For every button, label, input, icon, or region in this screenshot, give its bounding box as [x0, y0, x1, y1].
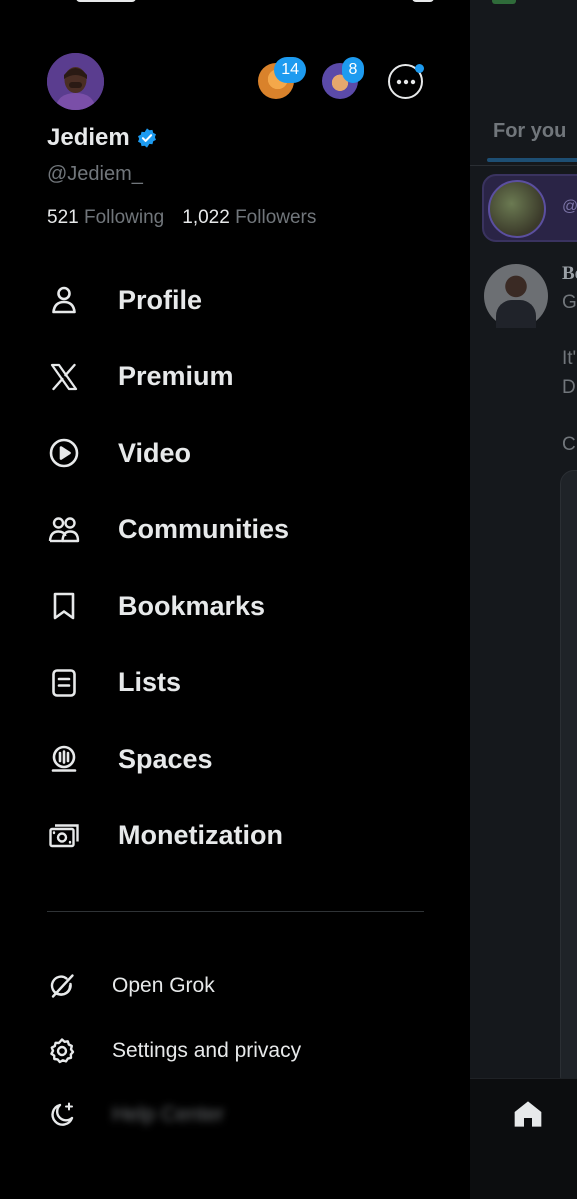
moon-sparkle-icon — [47, 1100, 77, 1130]
play-circle-icon — [47, 436, 81, 470]
battery-indicator — [492, 0, 516, 4]
menu-item-profile[interactable]: Profile — [47, 262, 427, 339]
followers-label: Followers — [235, 207, 317, 228]
profile-name-row[interactable]: Jediem — [47, 124, 158, 152]
status-bar-time — [76, 0, 136, 2]
tweet-text-line: It' — [562, 348, 577, 369]
list-icon — [47, 666, 81, 700]
tweet-author-name: Bo — [562, 263, 577, 284]
menu-item-label: Settings and privacy — [112, 1038, 302, 1062]
menu-item-help-center[interactable]: Help Center — [47, 1083, 427, 1148]
grok-icon — [47, 971, 77, 1001]
tab-for-you[interactable]: For you — [493, 120, 566, 143]
tweet-author-avatar[interactable] — [484, 264, 548, 328]
account-switcher-avatar[interactable]: 8 — [322, 57, 364, 99]
menu-item-label: Communities — [118, 514, 290, 545]
drawer-secondary-menu: Open Grok Settings and privacy Help Cent… — [47, 954, 427, 1148]
notification-badge: 8 — [342, 57, 364, 83]
bookmark-icon — [47, 589, 81, 623]
display-name: Jediem — [47, 124, 130, 151]
monetization-icon — [47, 819, 81, 853]
menu-item-bookmarks[interactable]: Bookmarks — [47, 568, 427, 645]
following-link[interactable]: 521 Following — [47, 207, 164, 229]
profile-handle: @Jediem_ — [47, 163, 143, 185]
bottom-nav-bar — [470, 1078, 577, 1199]
tweet-text-line: C — [562, 434, 576, 455]
home-icon[interactable] — [512, 1098, 544, 1130]
unread-dot — [415, 64, 424, 73]
tweet-media[interactable] — [560, 470, 577, 1090]
menu-item-label: Video — [118, 437, 192, 468]
tab-divider — [470, 165, 577, 166]
navigation-drawer: 14 8 Jediem @Jediem_ 521 Following 1,022… — [0, 0, 470, 1199]
drawer-menu: Profile Premium Video Communities Bookma… — [47, 262, 427, 874]
menu-item-video[interactable]: Video — [47, 415, 427, 492]
menu-item-open-grok[interactable]: Open Grok — [47, 954, 427, 1019]
followers-count: 1,022 — [182, 207, 230, 228]
tweet-text-line: G — [562, 292, 577, 313]
menu-item-label: Help Center — [112, 1103, 225, 1127]
spaces-host-avatar — [488, 180, 546, 238]
tweet-text-line: D — [562, 377, 576, 398]
menu-item-label: Monetization — [118, 820, 283, 851]
x-logo-icon — [47, 360, 81, 394]
notification-badge: 14 — [274, 57, 306, 83]
following-label: Following — [83, 207, 165, 228]
following-count: 521 — [47, 207, 79, 228]
more-horizontal-icon[interactable] — [388, 64, 424, 99]
tab-underline — [487, 158, 577, 162]
gear-icon — [47, 1036, 77, 1066]
menu-item-spaces[interactable]: Spaces — [47, 721, 427, 798]
menu-item-label: Premium — [118, 361, 234, 392]
menu-item-label: Lists — [118, 667, 182, 698]
status-bar-icons — [412, 0, 434, 2]
background-timeline: For you @ Bo G It' D C — [470, 0, 577, 1199]
menu-item-label: Profile — [118, 284, 203, 315]
menu-item-premium[interactable]: Premium — [47, 339, 427, 416]
menu-item-lists[interactable]: Lists — [47, 645, 427, 722]
avatar[interactable] — [47, 53, 104, 110]
spaces-card[interactable]: @ — [482, 174, 577, 242]
menu-item-label: Bookmarks — [118, 590, 266, 621]
verified-badge-icon — [137, 128, 156, 148]
account-switcher-avatar[interactable]: 14 — [258, 57, 306, 99]
menu-item-label: Open Grok — [112, 974, 215, 998]
menu-item-monetization[interactable]: Monetization — [47, 798, 427, 875]
person-icon — [47, 283, 81, 317]
menu-item-label: Spaces — [118, 743, 213, 774]
spaces-handle: @ — [562, 198, 577, 215]
followers-link[interactable]: 1,022 Followers — [182, 207, 316, 229]
menu-divider — [47, 911, 424, 912]
communities-icon — [47, 513, 81, 547]
menu-item-communities[interactable]: Communities — [47, 492, 427, 569]
menu-item-settings-and-privacy[interactable]: Settings and privacy — [47, 1019, 427, 1084]
follow-stats: 521 Following 1,022 Followers — [47, 207, 316, 229]
spaces-icon — [47, 742, 81, 776]
